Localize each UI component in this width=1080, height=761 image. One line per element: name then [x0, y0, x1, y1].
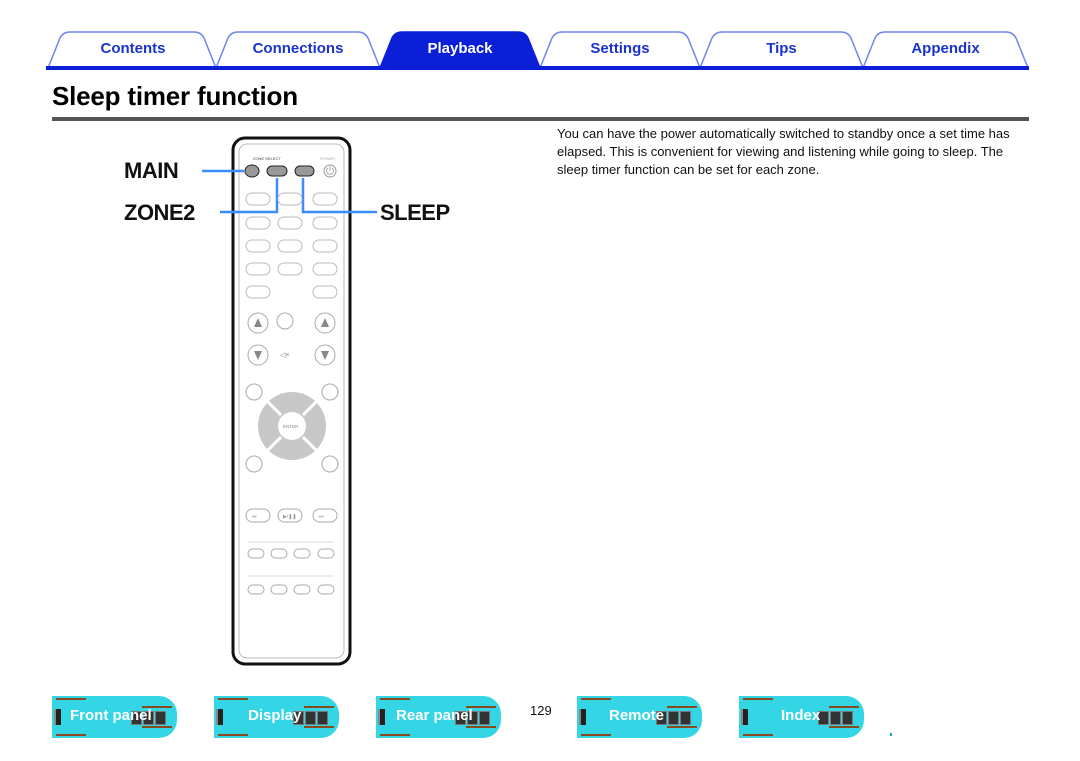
description-text: You can have the power automatically swi… [557, 126, 1010, 177]
remote-button[interactable]: Remote [577, 696, 702, 738]
setup-button [321, 455, 339, 473]
rear-panel-label: Rear panel [396, 707, 473, 724]
title-rule [52, 117, 1029, 121]
back-button [245, 455, 263, 473]
tab-contents[interactable]: Contents [60, 30, 206, 66]
sleep-button [294, 165, 315, 177]
front-panel-button[interactable]: Front panel [52, 696, 177, 738]
callout-main: MAIN [124, 158, 179, 183]
decorative-dot [890, 733, 892, 736]
page-title: Sleep timer function [52, 81, 298, 111]
display-button[interactable]: Display [214, 696, 339, 738]
enter-label: ENTER [283, 424, 299, 429]
remote-label: Remote [609, 707, 665, 724]
index-button[interactable]: Index [739, 696, 864, 738]
tab-appendix[interactable]: Appendix [871, 30, 1020, 66]
next-icon: ⏭ [319, 514, 324, 520]
index-label: Index [781, 707, 821, 724]
play-pause-icon: ▶/❚❚ [283, 514, 297, 520]
tab-tips[interactable]: Tips [708, 30, 855, 66]
prev-icon: ⏮ [252, 514, 257, 520]
main-button [244, 164, 260, 178]
zone-select-label: ZONE SELECT [253, 156, 281, 161]
zone2-button [266, 165, 288, 177]
rear-panel-button[interactable]: Rear panel [376, 696, 501, 738]
tab-bar: Contents Connections Playback Settings T… [46, 30, 1029, 70]
power-label: POWER [320, 156, 335, 161]
page-number: 129 [530, 703, 552, 718]
remote-illustration: ZONE SELECT POWER ◁× ENTER ⏮ ▶/❚❚ ⏭ MAIN… [120, 136, 460, 668]
tab-settings[interactable]: Settings [548, 30, 692, 66]
tab-playback[interactable]: Playback [388, 30, 532, 66]
display-label: Display [248, 707, 302, 724]
tab-underline [46, 66, 1029, 70]
front-panel-label: Front panel [70, 707, 152, 724]
info-button [245, 383, 263, 401]
callout-zone2: ZONE2 [124, 200, 195, 225]
callout-sleep: SLEEP [380, 200, 450, 225]
mute-icon: ◁× [280, 352, 289, 359]
tab-connections[interactable]: Connections [224, 30, 372, 66]
option-button [321, 383, 339, 401]
